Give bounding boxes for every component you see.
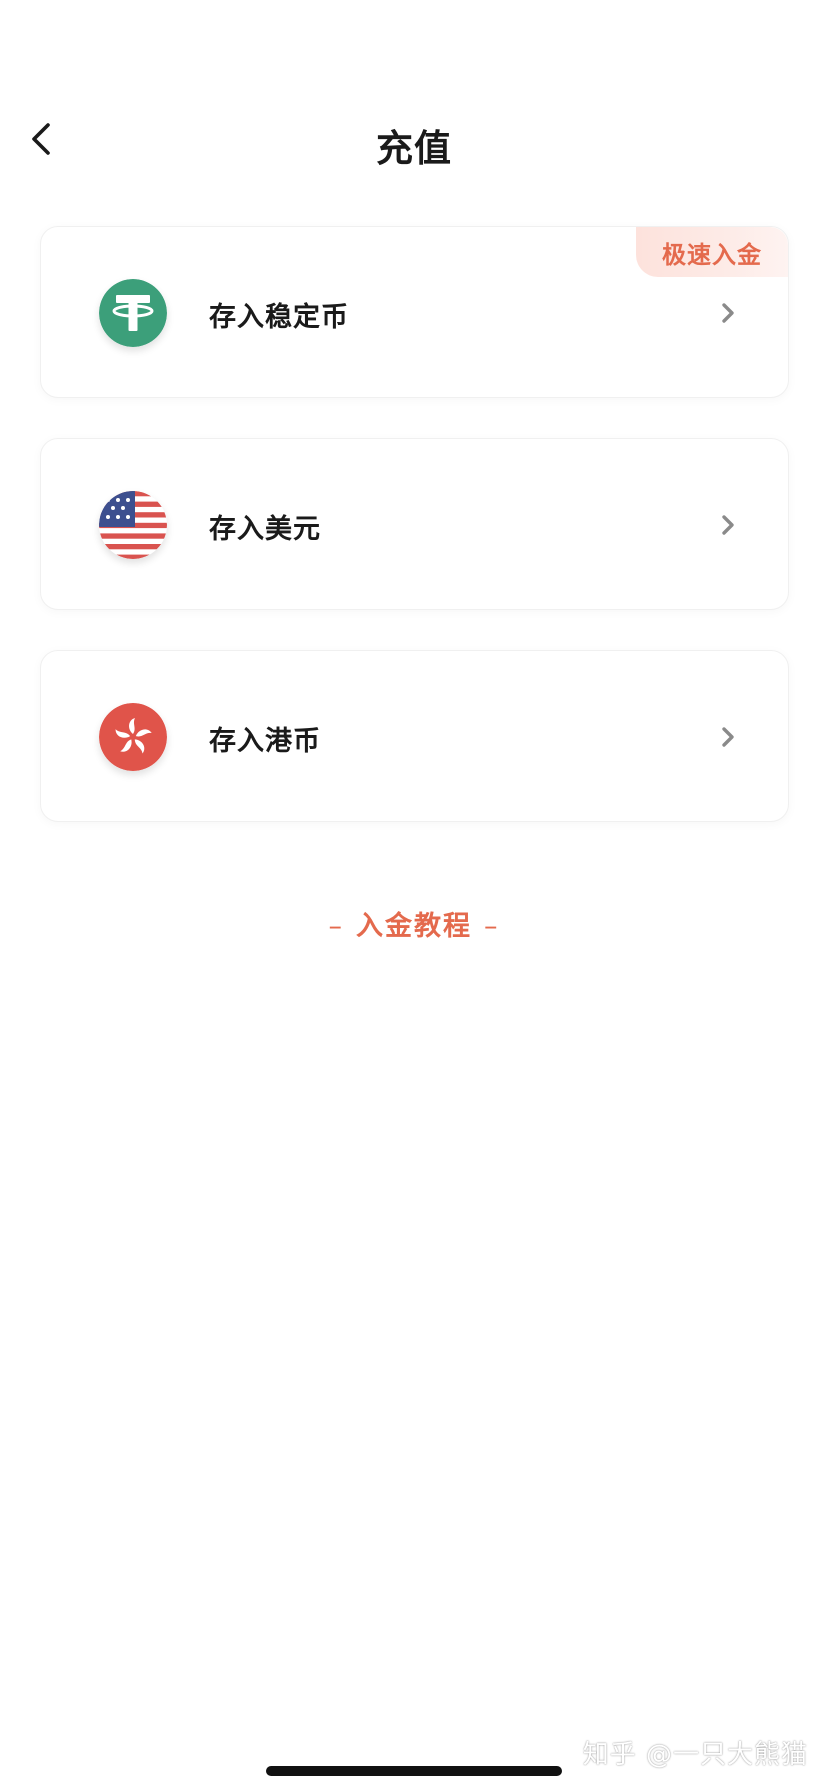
chevron-right-icon xyxy=(712,297,744,329)
deposit-hkd-card[interactable]: 存入港币 xyxy=(40,650,789,822)
us-flag-icon xyxy=(99,491,167,559)
deposit-stablecoin-card[interactable]: 极速入金 存入稳定币 xyxy=(40,226,789,398)
deposit-tutorial-link[interactable]: – 入金教程 – xyxy=(0,904,828,943)
navigation-bar: 充值 xyxy=(0,100,828,182)
page-title: 充值 xyxy=(376,127,452,170)
tether-usdt-icon xyxy=(99,279,167,347)
fast-deposit-badge: 极速入金 xyxy=(636,227,788,277)
recharge-screen: 充值 极速入金 存入稳定币 存入美元 存入港币 – 入金教程 – 知乎 @一只大… xyxy=(0,0,828,1792)
deposit-stablecoin-label: 存入稳定币 xyxy=(209,302,349,333)
deposit-hkd-label: 存入港币 xyxy=(209,726,321,757)
watermark: 知乎 @一只大熊猫 xyxy=(582,1740,808,1770)
chevron-right-icon xyxy=(712,509,744,541)
chevron-right-icon xyxy=(712,721,744,753)
deposit-usd-card[interactable]: 存入美元 xyxy=(40,438,789,610)
deposit-options-list: 极速入金 存入稳定币 存入美元 存入港币 xyxy=(40,226,789,862)
hk-bauhinia-icon xyxy=(99,703,167,771)
tutorial-label: 入金教程 xyxy=(356,911,472,942)
tutorial-dash-right: – xyxy=(484,911,500,942)
tutorial-dash-left: – xyxy=(328,911,344,942)
home-indicator[interactable] xyxy=(266,1766,562,1776)
deposit-usd-label: 存入美元 xyxy=(209,514,321,545)
